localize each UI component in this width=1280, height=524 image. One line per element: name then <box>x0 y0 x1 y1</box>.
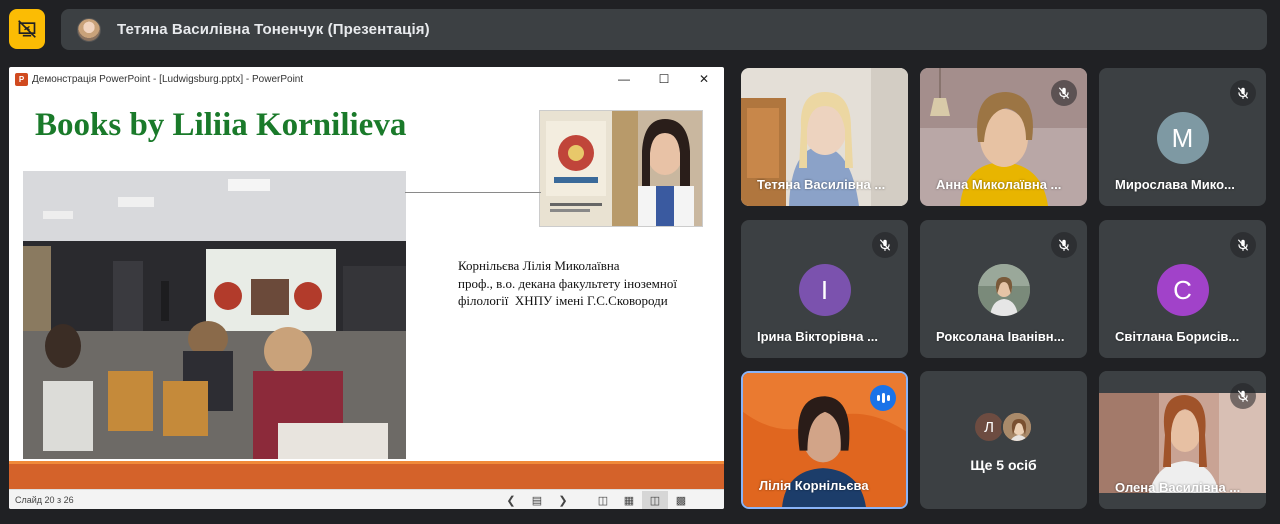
participant-avatar-letter: С <box>1156 264 1209 316</box>
reading-view-icon[interactable]: ◫ <box>642 491 668 509</box>
slide-footer-band <box>9 461 724 489</box>
mic-off-icon <box>872 232 898 258</box>
stop-presenting-button[interactable] <box>9 9 45 49</box>
more-participants-tile[interactable]: Л Ще 5 осіб <box>920 371 1087 509</box>
powerpoint-window: P Демонстрація PowerPoint - [Ludwigsburg… <box>9 67 724 509</box>
slide-indicator: Слайд 20 з 26 <box>15 494 74 505</box>
powerpoint-statusbar: Слайд 20 з 26 ❮ ▤ ❯ ◫ ▦ ◫ ▩ <box>9 489 724 509</box>
mic-off-icon <box>1230 383 1256 409</box>
participant-name: Мирослава Мико... <box>1115 177 1235 192</box>
more-participants-avatars: Л <box>973 411 1037 443</box>
more-participants-label: Ще 5 осіб <box>970 457 1037 473</box>
slide-canvas: Books by Liliia Kornilieva Корнільєва Лі… <box>9 91 724 489</box>
participant-tile[interactable]: Анна Миколаївна ... <box>920 68 1087 206</box>
participant-avatar-photo <box>1001 411 1033 443</box>
participant-name: Анна Миколаївна ... <box>936 177 1062 192</box>
slide-title: Books by Liliia Kornilieva <box>35 107 407 143</box>
close-icon[interactable]: ✕ <box>684 67 724 91</box>
mic-off-icon <box>1051 232 1077 258</box>
participant-name: Ірина Вікторівна ... <box>757 329 878 344</box>
participant-name: Тетяна Василівна ... <box>757 177 886 192</box>
participant-name: Світлана Борисів... <box>1115 329 1240 344</box>
participant-avatar-letter: М <box>1156 112 1209 164</box>
participant-tile[interactable]: М Мирослава Мико... <box>1099 68 1266 206</box>
presenter-avatar <box>77 17 101 42</box>
speaking-indicator-icon <box>870 385 896 411</box>
slide-author-text: Корнільєва Лілія Миколаївна проф., в.о. … <box>458 258 677 308</box>
participant-tile-speaking[interactable]: Лілія Корнільєва <box>741 371 908 509</box>
participant-tile[interactable]: С Світлана Борисів... <box>1099 220 1266 358</box>
next-slide-icon[interactable]: ❯ <box>550 491 576 509</box>
mic-off-icon <box>1051 80 1077 106</box>
participant-name: Олена Василівна ... <box>1115 480 1241 495</box>
slide-image-book-and-author <box>539 110 703 227</box>
normal-view-icon[interactable]: ◫ <box>590 491 616 509</box>
minimize-icon[interactable]: — <box>604 67 644 91</box>
powerpoint-titlebar: P Демонстрація PowerPoint - [Ludwigsburg… <box>9 67 724 91</box>
slide-photo-conference <box>23 171 406 459</box>
participant-tile[interactable]: І Ірина Вікторівна ... <box>741 220 908 358</box>
slide-menu-icon[interactable]: ▤ <box>524 491 550 509</box>
window-controls: — ☐ ✕ <box>604 67 724 91</box>
maximize-icon[interactable]: ☐ <box>644 67 684 91</box>
participant-avatar-letter: І <box>798 264 851 316</box>
slide-sorter-icon[interactable]: ▦ <box>616 491 642 509</box>
participant-name: Лілія Корнільєва <box>759 478 869 493</box>
slideshow-controls: ❮ ▤ ❯ ◫ ▦ ◫ ▩ <box>498 490 694 509</box>
slide-divider <box>405 192 541 193</box>
participant-name: Роксолана Іванівн... <box>936 329 1065 344</box>
presenter-title: Тетяна Василівна Тоненчук (Презентація) <box>117 21 430 38</box>
present-off-icon <box>18 20 36 38</box>
participant-tile[interactable]: Роксолана Іванівн... <box>920 220 1087 358</box>
powerpoint-logo-icon: P <box>15 72 28 86</box>
slideshow-view-icon[interactable]: ▩ <box>668 491 694 509</box>
previous-slide-icon[interactable]: ❮ <box>498 491 524 509</box>
mic-off-icon <box>1230 232 1256 258</box>
presenter-bar[interactable]: Тетяна Василівна Тоненчук (Презентація) <box>61 9 1267 50</box>
participant-avatar-photo <box>977 264 1030 316</box>
window-title: Демонстрація PowerPoint - [Ludwigsburg.p… <box>32 73 304 85</box>
participant-tile[interactable]: Тетяна Василівна ... <box>741 68 908 206</box>
mic-off-icon <box>1230 80 1256 106</box>
participant-tile[interactable]: Олена Василівна ... <box>1099 371 1266 509</box>
